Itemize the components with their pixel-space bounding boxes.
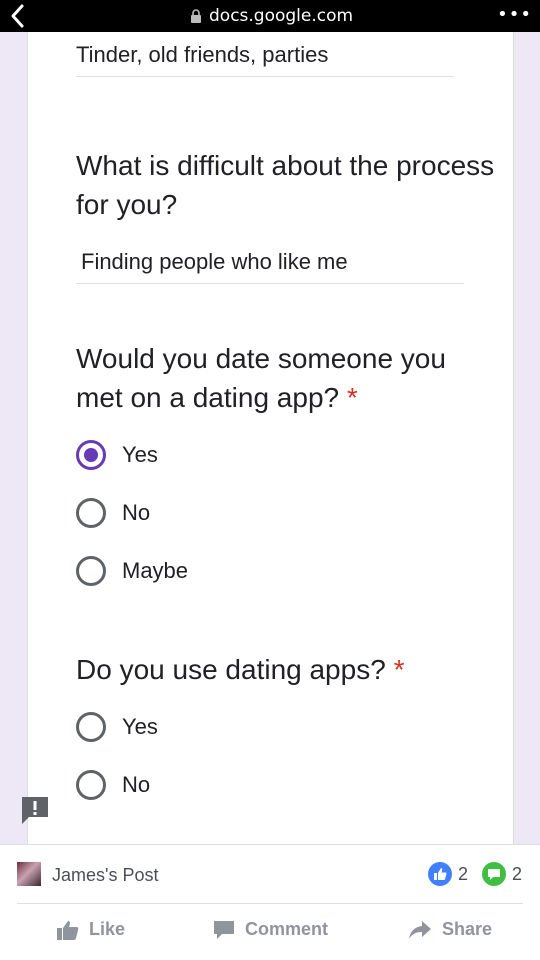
previous-answer-field[interactable]: Tinder, old friends, parties <box>76 42 454 77</box>
option-label: No <box>122 500 151 525</box>
like-button[interactable]: Like <box>57 919 125 940</box>
option-date-no[interactable]: No <box>76 498 150 528</box>
option-label: Yes <box>122 714 158 739</box>
option-label: Yes <box>122 442 158 467</box>
share-label: Share <box>442 919 493 939</box>
option-label: Maybe <box>122 558 189 583</box>
address-bar[interactable]: docs.google.com <box>190 6 353 26</box>
avatar[interactable] <box>17 862 41 886</box>
radio-selected-icon[interactable] <box>76 440 106 470</box>
option-use-no[interactable]: No <box>76 770 150 800</box>
radio-unselected-icon[interactable] <box>76 498 106 528</box>
share-button[interactable]: Share <box>408 919 492 940</box>
like-count: 2 <box>457 863 468 884</box>
like-badge-icon <box>427 862 452 886</box>
back-arrow-icon[interactable] <box>6 2 30 30</box>
facebook-post-bar: James's Post 2 2 Like Comment Share <box>0 844 540 960</box>
divider <box>17 903 523 904</box>
required-asterisk: * <box>393 654 405 685</box>
comment-count: 2 <box>511 863 522 884</box>
share-arrow-icon <box>409 920 431 939</box>
difficult-answer-field[interactable]: Finding people who like me <box>76 249 464 284</box>
comment-icon <box>214 920 234 939</box>
option-label: No <box>122 772 151 797</box>
like-label: Like <box>89 919 126 939</box>
option-date-yes[interactable]: Yes <box>76 440 158 470</box>
previous-answer-text: Tinder, old friends, parties <box>76 42 329 67</box>
post-actions: Like Comment Share <box>0 915 540 951</box>
required-asterisk: * <box>346 382 358 413</box>
question-difficult-title: What is difficult about the process for … <box>76 150 495 220</box>
radio-unselected-icon[interactable] <box>76 556 106 586</box>
browser-top-bar: docs.google.com ••• <box>0 0 540 32</box>
reaction-counts[interactable]: 2 2 <box>427 862 522 886</box>
more-options-icon[interactable]: ••• <box>497 4 532 25</box>
question-use-title: Do you use dating apps? * <box>76 650 496 689</box>
comment-label: Comment <box>245 919 329 939</box>
radio-unselected-icon[interactable] <box>76 770 106 800</box>
difficult-answer-text: Finding people who like me <box>81 249 348 274</box>
option-use-yes[interactable]: Yes <box>76 712 158 742</box>
comment-badge-icon <box>481 862 506 886</box>
lock-icon <box>191 9 201 23</box>
report-feedback-icon[interactable] <box>20 795 50 825</box>
option-date-maybe[interactable]: Maybe <box>76 556 188 586</box>
thumbs-up-icon <box>57 920 79 940</box>
question-use-text: Do you use dating apps? <box>76 654 386 685</box>
url-text: docs.google.com <box>209 6 354 26</box>
post-title[interactable]: James's Post <box>52 865 158 886</box>
question-date-title: Would you date someone you met on a dati… <box>76 339 496 417</box>
question-date-text: Would you date someone you met on a dati… <box>76 343 446 413</box>
radio-unselected-icon[interactable] <box>76 712 106 742</box>
comment-button[interactable]: Comment <box>213 919 328 940</box>
